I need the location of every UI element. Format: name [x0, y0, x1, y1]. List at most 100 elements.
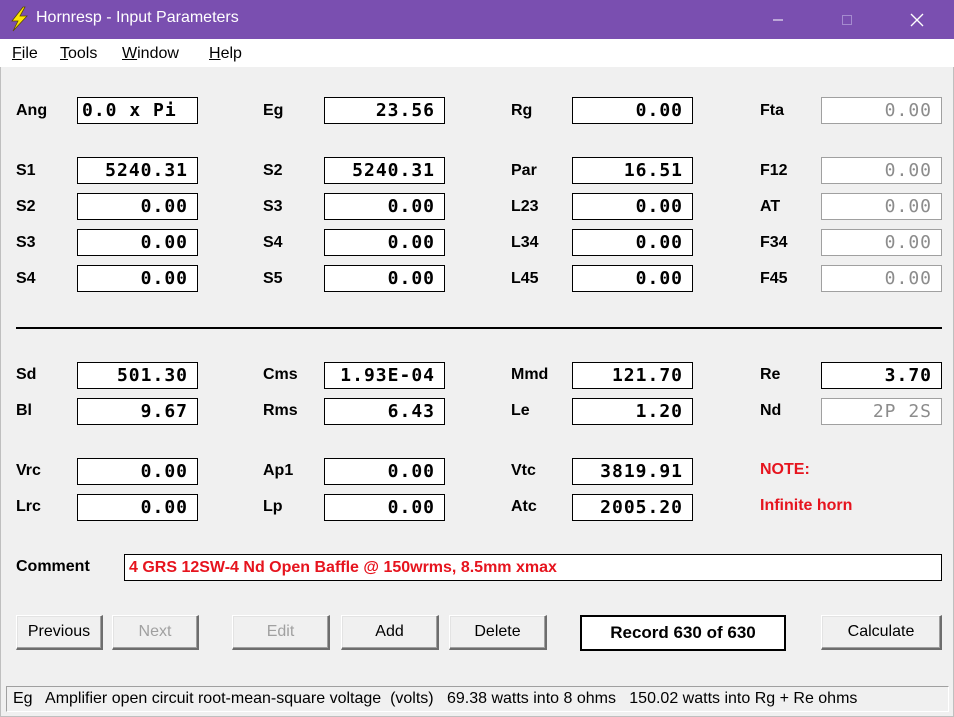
menu-file[interactable]: File: [12, 45, 38, 63]
s2-top-label: S2: [263, 162, 283, 179]
l34-label: L34: [511, 234, 539, 251]
cms-label: Cms: [263, 366, 298, 383]
at-field: 0.00: [821, 193, 942, 220]
sd-label: Sd: [16, 366, 37, 383]
status-bar: Eg Amplifier open circuit root-mean-squa…: [0, 684, 954, 717]
sd-field[interactable]: 501.30: [77, 362, 198, 389]
window-title: Hornresp - Input Parameters: [36, 9, 239, 26]
re-label: Re: [760, 366, 781, 383]
nd-label: Nd: [760, 402, 782, 419]
eg-label: Eg: [263, 102, 284, 119]
menu-window[interactable]: Window: [122, 45, 179, 63]
vtc-label: Vtc: [511, 462, 536, 479]
s1-field[interactable]: 5240.31: [77, 157, 198, 184]
input-parameters-panel: Ang 0.0 x Pi Eg 23.56 Rg 0.00 Fta 0.00 S…: [0, 67, 954, 684]
title-bar: Hornresp - Input Parameters: [0, 0, 954, 39]
s3-label: S3: [16, 234, 36, 251]
mmd-field[interactable]: 121.70: [572, 362, 693, 389]
f34-field: 0.00: [821, 229, 942, 256]
ap1-field[interactable]: 0.00: [324, 458, 445, 485]
close-icon: [910, 13, 924, 26]
menu-help-accel: H: [209, 45, 221, 62]
rg-label: Rg: [511, 102, 533, 119]
atc-field[interactable]: 2005.20: [572, 494, 693, 521]
s2-top-field[interactable]: 5240.31: [324, 157, 445, 184]
eg-field[interactable]: 23.56: [324, 97, 445, 124]
menu-file-accel: F: [12, 45, 22, 62]
l45-field[interactable]: 0.00: [572, 265, 693, 292]
s4-field[interactable]: 0.00: [77, 265, 198, 292]
note-text: Infinite horn: [760, 497, 853, 514]
vrc-label: Vrc: [16, 462, 41, 479]
f45-field: 0.00: [821, 265, 942, 292]
menu-help[interactable]: Help: [209, 45, 242, 63]
rms-label: Rms: [263, 402, 298, 419]
bl-label: Bl: [16, 402, 32, 419]
vtc-field[interactable]: 3819.91: [572, 458, 693, 485]
re-field[interactable]: 3.70: [821, 362, 942, 389]
close-button[interactable]: [894, 0, 940, 39]
maximize-icon: [842, 14, 852, 25]
menu-window-label: indow: [137, 45, 179, 62]
rg-field[interactable]: 0.00: [572, 97, 693, 124]
comment-label: Comment: [16, 558, 90, 575]
menu-tools-label: ools: [68, 45, 98, 62]
nd-field: 2P 2S: [821, 398, 942, 425]
menu-file-label: ile: [21, 45, 38, 62]
le-label: Le: [511, 402, 530, 419]
s5-label: S5: [263, 270, 283, 287]
minimize-button[interactable]: [755, 0, 801, 39]
bl-field[interactable]: 9.67: [77, 398, 198, 425]
next-button: Next: [112, 615, 199, 650]
par-field[interactable]: 16.51: [572, 157, 693, 184]
menu-help-label: elp: [220, 45, 242, 62]
menu-bar: File Tools Window Help: [0, 39, 954, 67]
lrc-label: Lrc: [16, 498, 41, 515]
lightning-bolt-icon: [11, 6, 28, 32]
s5-field[interactable]: 0.00: [324, 265, 445, 292]
rms-field[interactable]: 6.43: [324, 398, 445, 425]
minimize-icon: [773, 19, 783, 20]
cms-field[interactable]: 1.93E-04: [324, 362, 445, 389]
s3-field[interactable]: 0.00: [77, 229, 198, 256]
lrc-field[interactable]: 0.00: [77, 494, 198, 521]
l23-label: L23: [511, 198, 539, 215]
previous-button[interactable]: Previous: [16, 615, 103, 650]
menu-tools[interactable]: Tools: [60, 45, 97, 63]
l34-field[interactable]: 0.00: [572, 229, 693, 256]
record-indicator: Record 630 of 630: [580, 615, 786, 651]
edit-button: Edit: [232, 615, 330, 650]
at-label: AT: [760, 198, 781, 215]
le-field[interactable]: 1.20: [572, 398, 693, 425]
ang-field[interactable]: 0.0 x Pi: [77, 97, 198, 124]
s3-mid-field[interactable]: 0.00: [324, 193, 445, 220]
menu-tools-accel: T: [60, 45, 68, 62]
vrc-field[interactable]: 0.00: [77, 458, 198, 485]
atc-label: Atc: [511, 498, 537, 515]
s4-mid-label: S4: [263, 234, 283, 251]
add-button[interactable]: Add: [341, 615, 439, 650]
maximize-button[interactable]: [824, 0, 870, 39]
f12-label: F12: [760, 162, 788, 179]
status-text: Eg Amplifier open circuit root-mean-squa…: [6, 686, 949, 712]
section-divider: [16, 327, 942, 329]
par-label: Par: [511, 162, 537, 179]
menu-window-accel: W: [122, 45, 138, 62]
s3-mid-label: S3: [263, 198, 283, 215]
delete-button[interactable]: Delete: [449, 615, 547, 650]
fta-label: Fta: [760, 102, 784, 119]
l45-label: L45: [511, 270, 539, 287]
s2-field[interactable]: 0.00: [77, 193, 198, 220]
l23-field[interactable]: 0.00: [572, 193, 693, 220]
ap1-label: Ap1: [263, 462, 294, 479]
note-title: NOTE:: [760, 461, 810, 478]
f34-label: F34: [760, 234, 788, 251]
f12-field: 0.00: [821, 157, 942, 184]
f45-label: F45: [760, 270, 788, 287]
lp-field[interactable]: 0.00: [324, 494, 445, 521]
comment-field[interactable]: 4 GRS 12SW-4 Nd Open Baffle @ 150wrms, 8…: [124, 554, 942, 581]
s4-mid-field[interactable]: 0.00: [324, 229, 445, 256]
fta-field: 0.00: [821, 97, 942, 124]
lp-label: Lp: [263, 498, 283, 515]
calculate-button[interactable]: Calculate: [821, 615, 942, 650]
